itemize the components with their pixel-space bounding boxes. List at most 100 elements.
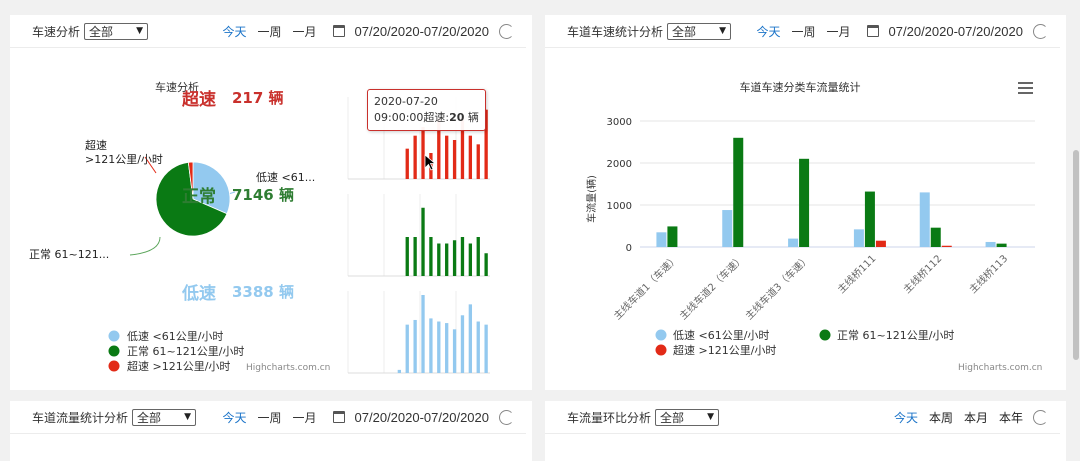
lane-select[interactable]: 全部 ▼	[132, 408, 197, 426]
scrollbar-track[interactable]	[1072, 0, 1080, 457]
lane-flow-toolbar: 车道流量统计分析 全部 ▼ 今天 一周 一月 07/20/2020-07/20/2…	[10, 401, 526, 434]
bar[interactable]	[941, 245, 952, 247]
lane-select[interactable]: 全部 ▼	[84, 22, 149, 40]
sparkline-bar[interactable]	[445, 323, 449, 373]
calendar-icon[interactable]	[332, 411, 345, 423]
y-tick-label: 3000	[607, 117, 632, 128]
bar[interactable]	[656, 232, 667, 247]
sparkline-bar[interactable]	[413, 135, 417, 179]
date-range[interactable]: 07/20/2020-07/20/2020	[355, 24, 489, 39]
sparkline-bar[interactable]	[429, 237, 433, 276]
lane-speed-toolbar: 车道车速统计分析 全部 ▼ 今天 一周 一月 07/20/2020-07/20/2…	[545, 15, 1060, 48]
sparkline-bar[interactable]	[452, 140, 457, 179]
sparkline-bar[interactable]	[484, 253, 488, 276]
bar[interactable]	[919, 192, 930, 247]
sparkline-bar[interactable]	[413, 319, 417, 373]
bar[interactable]	[788, 238, 799, 247]
lane-flow-panel: 车道流量统计分析 全部 ▼ 今天 一周 一月 07/20/2020-07/20/2…	[10, 401, 532, 461]
legend-over-label[interactable]: 超速 >121公里/小时	[127, 359, 230, 373]
refresh-icon[interactable]	[1033, 409, 1048, 425]
sparkline-bar[interactable]	[452, 329, 457, 373]
bar[interactable]	[930, 227, 941, 247]
legend-over-label[interactable]: 超速 >121公里/小时	[673, 343, 776, 357]
sparkline-bar[interactable]	[468, 243, 473, 277]
low-count: 3388 辆	[232, 283, 294, 301]
tab-today[interactable]: 今天	[756, 23, 780, 40]
bar[interactable]	[864, 191, 875, 247]
bar[interactable]	[985, 241, 996, 247]
tooltip-prefix: 09:00:00超速:	[374, 111, 450, 124]
sparkline-bar[interactable]	[437, 243, 441, 277]
bar[interactable]	[853, 229, 864, 247]
sparkline-bar[interactable]	[421, 207, 425, 276]
bar[interactable]	[875, 240, 886, 247]
legend-normal-marker	[819, 329, 831, 341]
tab-week[interactable]: 本周	[929, 409, 953, 426]
sparkline-bar[interactable]	[445, 135, 449, 179]
tab-week[interactable]: 一周	[792, 23, 816, 40]
menu-icon[interactable]	[1018, 82, 1033, 94]
date-range[interactable]: 07/20/2020-07/20/2020	[355, 410, 489, 425]
sparkline-bar[interactable]	[405, 324, 409, 373]
tab-today[interactable]: 今天	[222, 409, 246, 426]
bar[interactable]	[722, 210, 733, 247]
panel-title: 车道车速统计分析	[567, 24, 664, 39]
credits[interactable]: Highcharts.com.cn	[246, 363, 330, 373]
tab-today[interactable]: 今天	[894, 409, 918, 426]
sparkline-bar[interactable]	[452, 240, 457, 276]
sparkline-bar[interactable]	[460, 315, 465, 373]
sparkline-bar[interactable]	[460, 237, 465, 276]
sparkline-bar[interactable]	[476, 237, 480, 276]
refresh-icon[interactable]	[499, 23, 514, 39]
lane-speed-panel: 车道车速统计分析 全部 ▼ 今天 一周 一月 07/20/2020-07/20/2…	[545, 15, 1066, 390]
tab-month[interactable]: 一月	[293, 409, 317, 426]
sparkline-bar[interactable]	[413, 237, 417, 276]
legend-normal-label[interactable]: 正常 61~121公里/小时	[127, 345, 244, 358]
chevron-down-icon: ▼	[707, 412, 715, 422]
y-axis-label: 车流量(辆)	[585, 175, 598, 223]
credits[interactable]: Highcharts.com.cn	[958, 363, 1042, 373]
sparkline-bar[interactable]	[421, 295, 425, 373]
sparkline-bar[interactable]	[476, 144, 480, 179]
legend-low-label[interactable]: 低速 <61公里/小时	[127, 330, 223, 343]
sparkline-bar[interactable]	[429, 318, 433, 373]
tab-month[interactable]: 一月	[293, 23, 317, 40]
refresh-icon[interactable]	[1033, 23, 1048, 39]
tab-today[interactable]: 今天	[222, 23, 246, 40]
sparkline-bar[interactable]	[437, 321, 441, 373]
tooltip-suffix: 辆	[464, 111, 479, 124]
tab-month[interactable]: 一月	[827, 23, 851, 40]
bar[interactable]	[733, 137, 744, 247]
tab-week[interactable]: 一周	[258, 23, 282, 40]
tab-week[interactable]: 一周	[258, 409, 282, 426]
legend-over-marker	[655, 344, 667, 356]
legend-low-label[interactable]: 低速 <61公里/小时	[673, 329, 769, 342]
sparkline-bar[interactable]	[468, 304, 473, 373]
lane-select-value: 全部	[660, 410, 685, 425]
sparkline-bar[interactable]	[484, 324, 488, 373]
bar[interactable]	[799, 158, 810, 247]
sparkline-bar[interactable]	[405, 148, 409, 179]
sparkline-bar[interactable]	[405, 237, 409, 276]
lane-select[interactable]: 全部 ▼	[667, 22, 732, 40]
legend-normal-label[interactable]: 正常 61~121公里/小时	[837, 329, 954, 342]
lane-select[interactable]: 全部 ▼	[655, 408, 720, 426]
x-tick-label: 主线桥113	[966, 252, 1010, 296]
sparkline-bar[interactable]	[476, 321, 480, 373]
sparkline-bar[interactable]	[468, 135, 473, 179]
bar[interactable]	[996, 243, 1007, 247]
refresh-icon[interactable]	[499, 409, 514, 425]
date-range[interactable]: 07/20/2020-07/20/2020	[889, 24, 1023, 39]
x-tick-label: 主线桥112	[900, 252, 944, 296]
sparkline-bar[interactable]	[397, 369, 402, 373]
scrollbar-thumb[interactable]	[1073, 150, 1079, 360]
sparkline-bar[interactable]	[445, 243, 449, 277]
bar[interactable]	[667, 226, 678, 247]
calendar-icon[interactable]	[332, 25, 345, 37]
tab-year[interactable]: 本年	[999, 409, 1023, 426]
flow-compare-toolbar: 车流量环比分析 全部 ▼ 今天 本周 本月 本年	[545, 401, 1060, 434]
bar-chart-title: 车道车速分类车流量统计	[740, 80, 861, 94]
tab-month[interactable]: 本月	[964, 409, 988, 426]
x-tick-label: 主线桥111	[835, 252, 879, 296]
calendar-icon[interactable]	[866, 25, 879, 37]
